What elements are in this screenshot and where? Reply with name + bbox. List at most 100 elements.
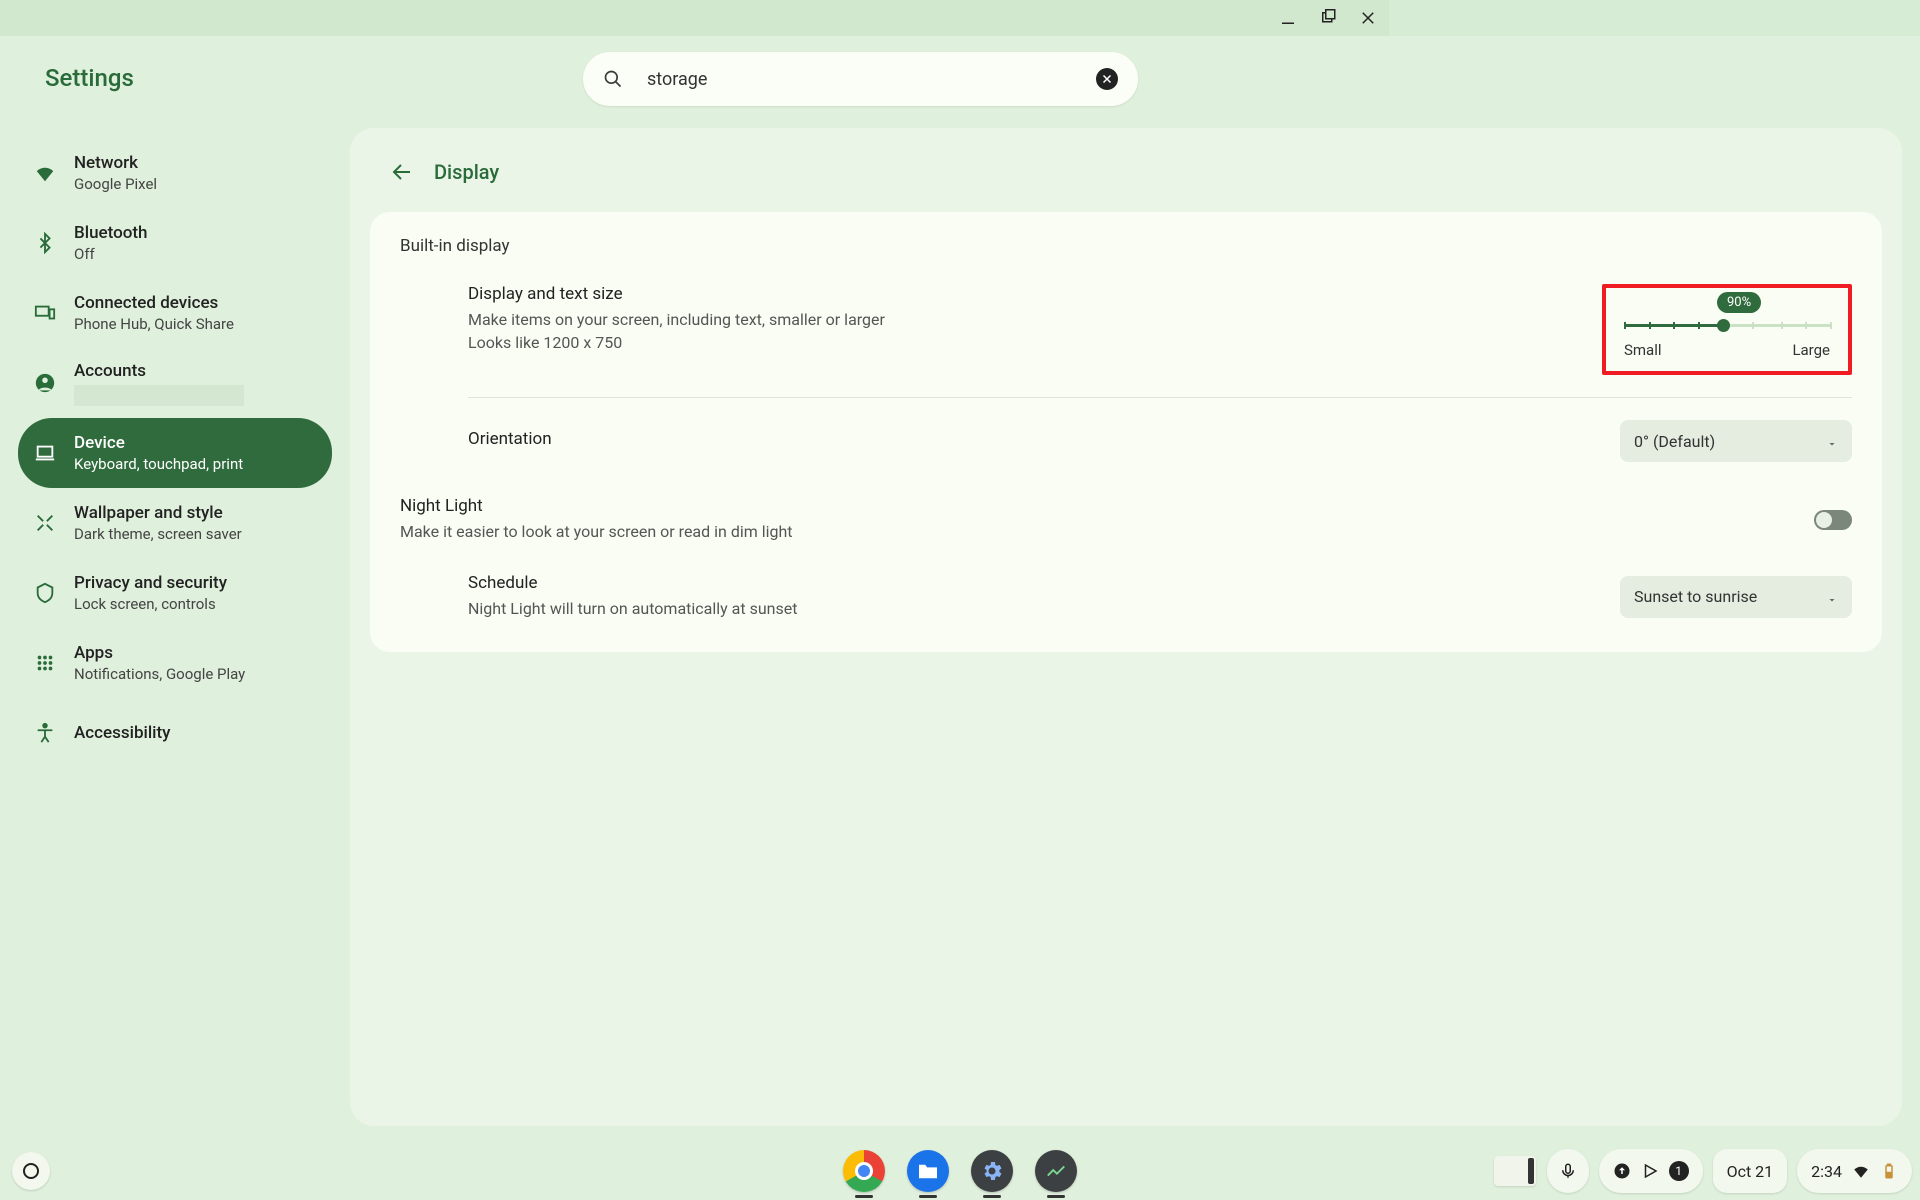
accessibility-icon xyxy=(34,722,56,744)
sidebar-item-sublabel: Notifications, Google Play xyxy=(74,665,245,683)
bluetooth-icon xyxy=(34,232,56,254)
schedule-value: Sunset to sunrise xyxy=(1634,587,1757,606)
display-size-slider-highlight: 90% xyxy=(1602,284,1852,375)
sidebar-item-label: Connected devices xyxy=(74,293,234,313)
wifi-icon xyxy=(34,162,56,184)
account-redacted xyxy=(74,385,244,406)
chevron-down-icon xyxy=(1826,591,1838,603)
wallpaper-icon xyxy=(34,512,56,534)
shelf-apps xyxy=(843,1150,1077,1192)
laptop-icon xyxy=(34,442,56,464)
sidebar-item-label: Apps xyxy=(74,643,245,663)
row-schedule: Schedule Night Light will turn on automa… xyxy=(400,569,1852,624)
search-icon xyxy=(603,69,623,89)
divider xyxy=(468,397,1852,398)
main-header: Display xyxy=(350,152,1902,192)
header-row: Settings xyxy=(0,36,1920,128)
sidebar-item-label: Accessibility xyxy=(74,723,171,743)
minimize-icon[interactable] xyxy=(1279,9,1297,27)
sidebar-item-sublabel: Google Pixel xyxy=(74,175,157,193)
sidebar: Network Google Pixel Bluetooth Off Connect… xyxy=(0,128,350,1142)
stylus-tool-icon[interactable] xyxy=(1493,1149,1537,1193)
orientation-dropdown[interactable]: 0° (Default) xyxy=(1620,420,1852,462)
sidebar-item-connected-devices[interactable]: Connected devices Phone Hub, Quick Share xyxy=(18,278,332,348)
date-chip[interactable]: Oct 21 xyxy=(1713,1149,1788,1193)
slider-label-small: Small xyxy=(1624,341,1662,359)
sidebar-item-privacy[interactable]: Privacy and securityLock screen, control… xyxy=(18,558,332,628)
sidebar-item-bluetooth[interactable]: Bluetooth Off xyxy=(18,208,332,278)
account-icon xyxy=(34,372,56,394)
status-tray: 1 Oct 21 2:34 xyxy=(1493,1149,1912,1193)
display-card: Built-in display Display and text size M… xyxy=(370,212,1882,652)
sidebar-item-sublabel: Dark theme, screen saver xyxy=(74,525,242,543)
page-title: Display xyxy=(434,160,499,184)
chevron-down-icon xyxy=(1826,435,1838,447)
orientation-value: 0° (Default) xyxy=(1634,432,1715,451)
update-icon xyxy=(1613,1162,1631,1180)
analytics-app-icon[interactable] xyxy=(1035,1150,1077,1192)
sidebar-item-accounts[interactable]: Accounts xyxy=(18,348,332,418)
sidebar-item-label: Device xyxy=(74,433,243,453)
files-app-icon[interactable] xyxy=(907,1150,949,1192)
sidebar-item-label: Accounts xyxy=(74,361,244,381)
shield-icon xyxy=(34,582,56,604)
display-size-desc1: Make items on your screen, including tex… xyxy=(468,308,1592,331)
slider-thumb[interactable] xyxy=(1717,319,1730,332)
sidebar-item-sublabel: Keyboard, touchpad, print xyxy=(74,455,243,473)
orientation-title: Orientation xyxy=(468,429,1592,449)
schedule-desc: Night Light will turn on automatically a… xyxy=(468,597,1592,620)
slider-label-large: Large xyxy=(1792,341,1830,359)
sidebar-item-sublabel: Lock screen, controls xyxy=(74,595,227,613)
launcher-icon xyxy=(23,1163,39,1179)
schedule-title: Schedule xyxy=(468,573,1592,593)
sidebar-item-label: Wallpaper and style xyxy=(74,503,242,523)
main-panel: Display Built-in display Display and tex… xyxy=(350,128,1902,1126)
dictation-button[interactable] xyxy=(1547,1149,1589,1193)
row-display-size: Display and text size Make items on your… xyxy=(400,280,1852,379)
sidebar-item-accessibility[interactable]: Accessibility xyxy=(18,698,332,768)
sidebar-item-label: Bluetooth xyxy=(74,223,148,243)
display-size-desc2: Looks like 1200 x 750 xyxy=(468,331,1592,354)
night-light-desc: Make it easier to look at your screen or… xyxy=(400,520,1592,543)
devices-icon xyxy=(34,302,56,324)
display-size-title: Display and text size xyxy=(468,284,1592,304)
display-size-slider[interactable] xyxy=(1624,324,1830,327)
close-icon[interactable] xyxy=(1359,9,1377,27)
sidebar-item-apps[interactable]: Apps Notifications, Google Play xyxy=(18,628,332,698)
window-titlebar xyxy=(0,0,1389,36)
sidebar-item-sublabel: Phone Hub, Quick Share xyxy=(74,315,234,333)
apps-icon xyxy=(34,652,56,674)
row-orientation: Orientation 0° (Default) xyxy=(400,416,1852,466)
clear-search-button[interactable] xyxy=(1096,68,1118,90)
maximize-icon[interactable] xyxy=(1319,9,1337,27)
back-button[interactable] xyxy=(390,160,414,184)
night-light-title: Night Light xyxy=(400,496,1592,516)
status-pill[interactable]: 2:34 xyxy=(1797,1149,1912,1193)
section-built-in: Built-in display xyxy=(400,236,1852,256)
night-light-toggle[interactable] xyxy=(1814,510,1852,530)
clock: 2:34 xyxy=(1811,1162,1842,1181)
sidebar-item-label: Network xyxy=(74,153,157,173)
launcher-button[interactable] xyxy=(12,1152,50,1190)
settings-app-icon[interactable] xyxy=(971,1150,1013,1192)
sidebar-item-network[interactable]: Network Google Pixel xyxy=(18,138,332,208)
search-box[interactable] xyxy=(583,52,1138,106)
row-night-light: Night Light Make it easier to look at yo… xyxy=(400,492,1852,547)
notifications-pill[interactable]: 1 xyxy=(1599,1149,1703,1193)
app-title: Settings xyxy=(45,64,134,92)
shelf: 1 Oct 21 2:34 xyxy=(0,1142,1920,1200)
wifi-status-icon xyxy=(1852,1162,1870,1180)
sidebar-item-wallpaper[interactable]: Wallpaper and style Dark theme, screen sa… xyxy=(18,488,332,558)
chrome-app-icon[interactable] xyxy=(843,1150,885,1192)
battery-icon xyxy=(1880,1162,1898,1180)
search-input[interactable] xyxy=(647,69,1096,90)
mic-icon xyxy=(1559,1162,1577,1180)
schedule-dropdown[interactable]: Sunset to sunrise xyxy=(1620,576,1852,618)
play-icon xyxy=(1641,1162,1659,1180)
sidebar-item-sublabel: Off xyxy=(74,245,148,263)
toggle-knob xyxy=(1816,512,1832,528)
notification-badge: 1 xyxy=(1669,1161,1689,1181)
sidebar-item-device[interactable]: Device Keyboard, touchpad, print xyxy=(18,418,332,488)
slider-value-chip: 90% xyxy=(1717,292,1761,313)
settings-app: Settings Network Google Pixel Bluetooth Of… xyxy=(0,36,1920,1142)
